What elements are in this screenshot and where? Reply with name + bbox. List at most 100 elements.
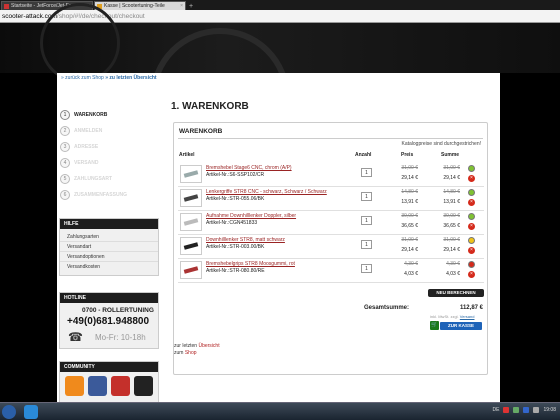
facebook-icon[interactable] (88, 376, 107, 396)
rss-icon[interactable] (65, 376, 84, 396)
step-label: Zahlungsart (74, 176, 113, 182)
language-indicator[interactable]: DE (493, 407, 500, 413)
remove-item-icon[interactable]: × (468, 271, 475, 278)
remove-item-icon[interactable]: × (468, 175, 475, 182)
new-tab-button[interactable]: + (189, 3, 193, 10)
vat-prefix: inkl. MwSt. zzgl. (430, 314, 459, 319)
taskbar: DE 19:08 (0, 402, 560, 420)
shipping-link[interactable]: Versand (460, 314, 475, 319)
cart-row: Bremshebel Stage6 CNC, chrom (A/P) Artike… (178, 163, 484, 187)
help-item-shipping-costs[interactable]: Versandkosten (60, 262, 158, 272)
social-icons (60, 372, 158, 402)
banner-decoration (40, 3, 120, 83)
last-overview-link[interactable]: » zu letzten Übersicht (105, 75, 156, 81)
tab-close-icon[interactable]: × (180, 3, 183, 9)
step-number: 6 (60, 190, 70, 200)
link-prefix: zum (174, 350, 184, 356)
hotline-hours-row: ☎ Mo-Fr: 10-18h (60, 327, 158, 348)
step-number: 3 (60, 142, 70, 152)
checkout-page: » zurück zum Shop » zu letzten Übersicht… (57, 73, 500, 420)
cart-box: WARENKORB Katalogpreise sind durchgestri… (173, 122, 488, 375)
last-overview-bottom-link[interactable]: Übersicht (198, 343, 219, 349)
checkout-button[interactable]: 🛒 ZUR KASSE (430, 321, 482, 330)
sum-old: 4,30 € (446, 261, 460, 267)
availability-icon (468, 189, 475, 196)
hotline-hours: Mo-Fr: 10-18h (94, 332, 146, 342)
total-value: 112,87 € (459, 305, 483, 311)
browser-tab-2[interactable]: Kasse | Scooter­tuning-Teile × (94, 1, 186, 10)
community-box: COMMUNITY (59, 361, 159, 403)
quantity-input[interactable]: 1 (361, 264, 372, 273)
tray-icon[interactable] (503, 407, 510, 413)
back-to-shop-link[interactable]: » zurück zum Shop (61, 75, 104, 81)
tray-icon[interactable] (513, 407, 520, 413)
help-item-shipping-options[interactable]: Versandoptionen (60, 252, 158, 262)
checkout-steps: 1 Warenkorb 2 Anmelden 3 Adresse 4 Versand 5… (60, 107, 160, 203)
product-name-link[interactable]: Bremshebel Stage6 CNC, chrom (A/P) (206, 165, 292, 171)
quantity-input[interactable]: 1 (361, 240, 372, 249)
help-item-payment[interactable]: Zahlungsarten (60, 232, 158, 242)
price: 4,03 € (404, 271, 418, 277)
remove-item-icon[interactable]: × (468, 247, 475, 254)
sum-old: 31,00 € (443, 237, 460, 243)
skype-icon[interactable] (24, 405, 38, 419)
availability-icon (468, 261, 475, 268)
cart-divider (178, 138, 483, 139)
product-thumbnail[interactable] (180, 189, 202, 207)
product-thumbnail[interactable] (180, 213, 202, 231)
product-name-link[interactable]: Downhilllenker STR8, matt schwarz (206, 237, 285, 243)
product-name-link[interactable]: Lenkergriffe STR8 CNC - schwarz, Schwarz… (206, 189, 327, 195)
product-name-link[interactable]: Aufnahme Downhilllenker Doppler, silber (206, 213, 296, 219)
product-number: Artikel-Nr.:CGN451833 (206, 220, 258, 226)
sum-old: 14,80 € (443, 189, 460, 195)
volume-icon[interactable] (533, 407, 540, 413)
price-old: 39,00 € (401, 213, 418, 219)
hotline-name: 0700 - ROLLERTUNING (82, 307, 154, 314)
product-thumbnail[interactable] (180, 237, 202, 255)
product-thumbnail[interactable] (180, 165, 202, 183)
step-label: Versand (74, 160, 99, 166)
product-number: Artikel-Nr.:S6-SSP102/CR (206, 172, 265, 178)
remove-item-icon[interactable]: × (468, 223, 475, 230)
sum-old: 31,00 € (443, 165, 460, 171)
sum-old: 39,00 € (443, 213, 460, 219)
cart-row: Downhilllenker STR8, matt schwarz Artikel… (178, 235, 484, 259)
hotline-title: HOTLINE (60, 293, 158, 303)
phone-icon: ☎ (68, 330, 83, 344)
price-old: 31,00 € (401, 165, 418, 171)
start-icon[interactable] (2, 405, 16, 419)
step-login: 2 Anmelden (60, 123, 160, 139)
help-item-shipping-type[interactable]: Versandart (60, 242, 158, 252)
quantity-input[interactable]: 1 (361, 192, 372, 201)
sum: 13,91 € (443, 199, 460, 205)
step-label: Adresse (74, 144, 99, 150)
step-cart[interactable]: 1 Warenkorb (60, 107, 160, 123)
sum: 4,03 € (446, 271, 460, 277)
recalculate-button[interactable]: NEU BERECHNEN (428, 289, 484, 297)
price-old: 4,30 € (404, 261, 418, 267)
quantity-input[interactable]: 1 (361, 168, 372, 177)
quantity-input[interactable]: 1 (361, 216, 372, 225)
availability-icon (468, 165, 475, 172)
price: 29,14 € (401, 175, 418, 181)
product-thumbnail[interactable] (180, 261, 202, 279)
step-summary: 6 Zusammenfassung (60, 187, 160, 203)
cart-row: Bremshebelgrips STR8 Moosgummi, rot Artik… (178, 259, 484, 283)
availability-icon (468, 213, 475, 220)
price-old: 31,00 € (401, 237, 418, 243)
shop-bottom-link[interactable]: Shop (185, 350, 197, 356)
tab-favicon-icon (4, 3, 9, 9)
bottom-links: zur letzten Übersicht zum Shop (174, 343, 220, 357)
link-prefix: zur letzten (174, 343, 198, 349)
vat-note: inkl. MwSt. zzgl. Versand (430, 314, 474, 319)
product-number: Artikel-Nr.:STR-003.00/BK (206, 244, 265, 250)
product-number: Artikel-Nr.:STR-080.80/RE (206, 268, 265, 274)
product-name-link[interactable]: Bremshebelgrips STR8 Moosgummi, rot (206, 261, 295, 267)
step-number: 2 (60, 126, 70, 136)
availability-icon (468, 237, 475, 244)
forum-icon[interactable] (134, 376, 153, 396)
tray-icon[interactable] (523, 407, 530, 413)
youtube-icon[interactable] (111, 376, 130, 396)
system-tray: DE 19:08 (493, 407, 556, 413)
remove-item-icon[interactable]: × (468, 199, 475, 206)
